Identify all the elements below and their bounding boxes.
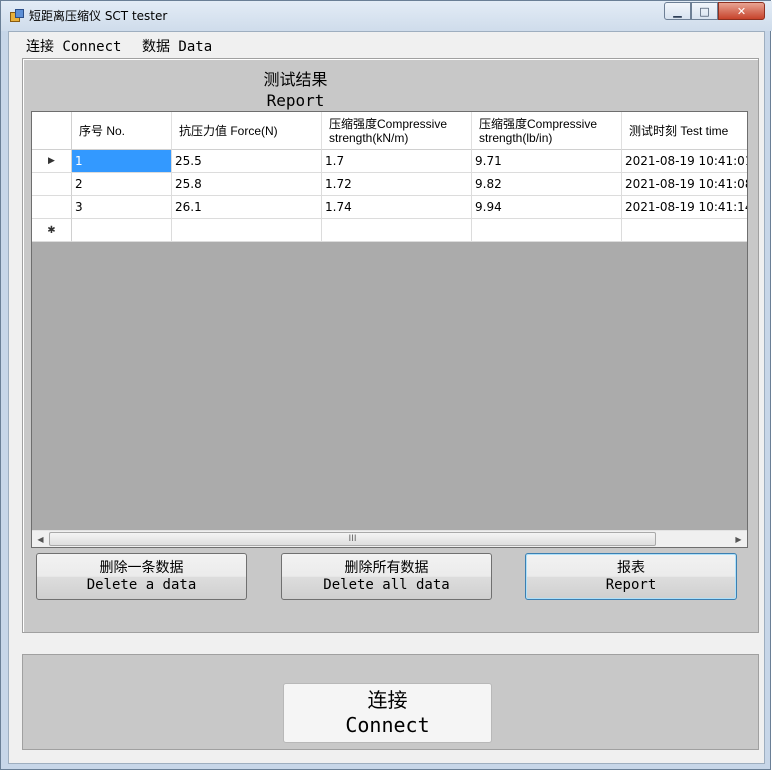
column-header-strength-lbin[interactable]: 压缩强度Compressive strength(lb/in)	[472, 112, 622, 150]
table-cell-new[interactable]	[172, 219, 322, 242]
table-cell-new[interactable]	[322, 219, 472, 242]
column-header-no[interactable]: 序号 No.	[72, 112, 172, 150]
column-header-strength-knm[interactable]: 压缩强度Compressive strength(kN/m)	[322, 112, 472, 150]
column-header-test-time[interactable]: 测试时刻 Test time	[622, 112, 747, 150]
horizontal-scrollbar[interactable]: ◀ III ▶	[32, 530, 747, 547]
table-cell[interactable]: 1.72	[322, 173, 472, 196]
table-cell-new[interactable]	[622, 219, 747, 242]
connect-label-cn: 连接	[367, 688, 408, 712]
title-bar[interactable]: 短距离压缩仪 SCT tester ▁ □ ✕	[1, 1, 772, 31]
column-header-force[interactable]: 抗压力值 Force(N)	[172, 112, 322, 150]
table-cell[interactable]: 2	[72, 173, 172, 196]
table-cell[interactable]: 26.1	[172, 196, 322, 219]
table-cell[interactable]: 9.82	[472, 173, 622, 196]
menu-bar: 连接 Connect 数据 Data	[9, 32, 764, 56]
connect-label-en: Connect	[345, 713, 430, 737]
table-cell[interactable]: 9.71	[472, 150, 622, 173]
delete-all-label-en: Delete all data	[323, 576, 450, 593]
delete-all-label-cn: 删除所有数据	[344, 559, 429, 576]
scroll-thumb[interactable]: III	[49, 532, 656, 546]
table-cell-new[interactable]	[472, 219, 622, 242]
table-cell[interactable]: 1	[72, 150, 172, 173]
report-title-en: Report	[266, 91, 325, 110]
report-title-cn: 测试结果	[263, 70, 328, 89]
report-title: 测试结果 Report	[233, 69, 358, 111]
delete-one-label-en: Delete a data	[86, 576, 197, 593]
table-cell[interactable]: 3	[72, 196, 172, 219]
report-button[interactable]: 报表 Report	[525, 553, 737, 600]
table-cell[interactable]: 1.74	[322, 196, 472, 219]
connect-panel: 连接 Connect	[22, 654, 759, 750]
delete-all-button[interactable]: 删除所有数据 Delete all data	[281, 553, 492, 600]
table-cell[interactable]: 9.94	[472, 196, 622, 219]
table-cell[interactable]: 1.7	[322, 150, 472, 173]
client-area: 连接 Connect 数据 Data 测试结果 Report 序号 No. 抗压…	[8, 31, 765, 764]
scroll-left-icon[interactable]: ◀	[32, 531, 49, 547]
table-cell[interactable]: 25.8	[172, 173, 322, 196]
app-icon	[10, 9, 24, 23]
maximize-button[interactable]: □	[691, 2, 718, 20]
menu-connect[interactable]: 连接 Connect	[26, 36, 121, 56]
scroll-right-icon[interactable]: ▶	[730, 531, 747, 547]
grid-corner-header	[32, 112, 72, 150]
row-header[interactable]	[32, 196, 72, 219]
delete-one-button[interactable]: 删除一条数据 Delete a data	[36, 553, 247, 600]
row-header-new[interactable]: ✱	[32, 219, 72, 242]
delete-one-label-cn: 删除一条数据	[99, 559, 184, 576]
table-cell[interactable]: 2021-08-19 10:41:01	[622, 150, 747, 173]
row-header-current[interactable]: ▶	[32, 150, 72, 173]
close-button[interactable]: ✕	[718, 2, 765, 20]
minimize-button[interactable]: ▁	[664, 2, 691, 20]
table-cell[interactable]: 25.5	[172, 150, 322, 173]
app-window: 短距离压缩仪 SCT tester ▁ □ ✕ 连接 Connect 数据 Da…	[0, 0, 772, 770]
report-label-cn: 报表	[617, 559, 645, 576]
table-cell[interactable]: 2021-08-19 10:41:14	[622, 196, 747, 219]
connect-button[interactable]: 连接 Connect	[283, 683, 492, 743]
report-panel: 测试结果 Report 序号 No. 抗压力值 Force(N) 压缩强度Com…	[22, 58, 759, 633]
data-grid[interactable]: 序号 No. 抗压力值 Force(N) 压缩强度Compressive str…	[31, 111, 748, 548]
table-cell-new[interactable]	[72, 219, 172, 242]
report-label-en: Report	[605, 576, 657, 593]
row-header[interactable]	[32, 173, 72, 196]
table-cell[interactable]: 2021-08-19 10:41:08	[622, 173, 747, 196]
menu-data[interactable]: 数据 Data	[142, 36, 212, 56]
window-title: 短距离压缩仪 SCT tester	[29, 9, 168, 23]
